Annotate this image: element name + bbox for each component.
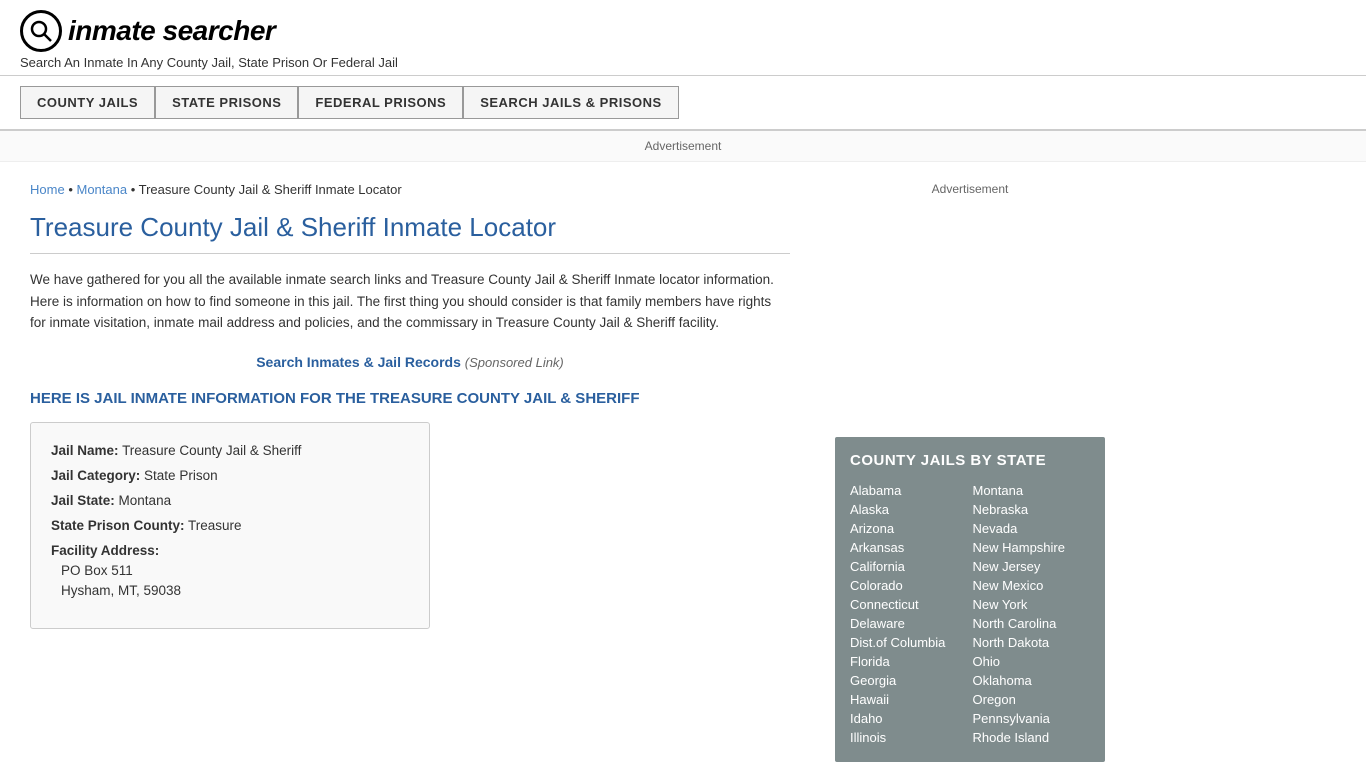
state-link[interactable]: North Carolina xyxy=(973,614,1091,633)
states-col2: MontanaNebraskaNevadaNew HampshireNew Je… xyxy=(973,481,1091,747)
facility-address-label: Facility Address: xyxy=(51,543,409,558)
intro-text: We have gathered for you all the availab… xyxy=(30,269,790,334)
state-link[interactable]: Alabama xyxy=(850,481,968,500)
state-link[interactable]: Dist.of Columbia xyxy=(850,633,968,652)
state-link[interactable]: Alaska xyxy=(850,500,968,519)
state-link[interactable]: New Jersey xyxy=(973,557,1091,576)
state-link[interactable]: Delaware xyxy=(850,614,968,633)
main-layout: Home • Montana • Treasure County Jail & … xyxy=(0,162,1366,772)
facility-address-row: Facility Address: PO Box 511 Hysham, MT,… xyxy=(51,543,409,598)
county-jails-button[interactable]: COUNTY JAILS xyxy=(20,86,155,119)
state-link[interactable]: Illinois xyxy=(850,728,968,747)
sidebar: Advertisement COUNTY JAILS BY STATE Alab… xyxy=(820,162,1120,772)
search-inmates-link[interactable]: Search Inmates & Jail Records xyxy=(256,354,461,370)
states-grid: AlabamaAlaskaArizonaArkansasCaliforniaCo… xyxy=(850,481,1090,747)
nav: COUNTY JAILS STATE PRISONS FEDERAL PRISO… xyxy=(0,76,1366,131)
state-link[interactable]: Montana xyxy=(973,481,1091,500)
jail-category-value: State Prison xyxy=(144,468,218,483)
breadcrumb-home[interactable]: Home xyxy=(30,182,65,197)
address-line2: Hysham, MT, 59038 xyxy=(51,583,409,598)
county-jails-title: COUNTY JAILS BY STATE xyxy=(850,452,1090,469)
jail-info-heading: HERE IS JAIL INMATE INFORMATION FOR THE … xyxy=(30,390,790,407)
state-prison-county-row: State Prison County: Treasure xyxy=(51,518,409,533)
state-link[interactable]: North Dakota xyxy=(973,633,1091,652)
breadcrumb-state[interactable]: Montana xyxy=(76,182,127,197)
state-link[interactable]: New York xyxy=(973,595,1091,614)
breadcrumb-sep2: • xyxy=(131,182,139,197)
search-link-area: Search Inmates & Jail Records (Sponsored… xyxy=(30,354,790,370)
jail-name-row: Jail Name: Treasure County Jail & Sherif… xyxy=(51,443,409,458)
state-link[interactable]: Connecticut xyxy=(850,595,968,614)
address-line1: PO Box 511 xyxy=(51,563,409,578)
jail-name-value: Treasure County Jail & Sheriff xyxy=(122,443,301,458)
content: Home • Montana • Treasure County Jail & … xyxy=(0,162,820,772)
state-link[interactable]: Arkansas xyxy=(850,538,968,557)
ad-label: Advertisement xyxy=(645,139,722,153)
logo-area: inmate searcher xyxy=(20,10,1346,52)
state-link[interactable]: Hawaii xyxy=(850,690,968,709)
sponsored-text: (Sponsored Link) xyxy=(465,355,564,370)
state-link[interactable]: New Hampshire xyxy=(973,538,1091,557)
search-jails-prisons-button[interactable]: SEARCH JAILS & PRISONS xyxy=(463,86,678,119)
nav-buttons: COUNTY JAILS STATE PRISONS FEDERAL PRISO… xyxy=(20,86,1346,119)
state-link[interactable]: Florida xyxy=(850,652,968,671)
state-link[interactable]: California xyxy=(850,557,968,576)
state-link[interactable]: Arizona xyxy=(850,519,968,538)
jail-category-label: Jail Category: xyxy=(51,468,140,483)
state-link[interactable]: Rhode Island xyxy=(973,728,1091,747)
jail-state-row: Jail State: Montana xyxy=(51,493,409,508)
federal-prisons-button[interactable]: FEDERAL PRISONS xyxy=(298,86,463,119)
state-link[interactable]: Nebraska xyxy=(973,500,1091,519)
state-prisons-button[interactable]: STATE PRISONS xyxy=(155,86,298,119)
tagline: Search An Inmate In Any County Jail, Sta… xyxy=(20,55,1346,70)
ad-bar: Advertisement xyxy=(0,131,1366,162)
sidebar-ad-label: Advertisement xyxy=(932,182,1009,196)
jail-name-label: Jail Name: xyxy=(51,443,119,458)
state-link[interactable]: Oklahoma xyxy=(973,671,1091,690)
state-link[interactable]: Idaho xyxy=(850,709,968,728)
jail-state-label: Jail State: xyxy=(51,493,115,508)
state-link[interactable]: Ohio xyxy=(973,652,1091,671)
county-jails-box: COUNTY JAILS BY STATE AlabamaAlaskaArizo… xyxy=(835,437,1105,762)
jail-state-value: Montana xyxy=(119,493,172,508)
state-link[interactable]: New Mexico xyxy=(973,576,1091,595)
state-link[interactable]: Oregon xyxy=(973,690,1091,709)
breadcrumb: Home • Montana • Treasure County Jail & … xyxy=(30,182,790,197)
state-prison-county-label: State Prison County: xyxy=(51,518,185,533)
jail-category-row: Jail Category: State Prison xyxy=(51,468,409,483)
states-col1: AlabamaAlaskaArizonaArkansasCaliforniaCo… xyxy=(850,481,968,747)
page-title: Treasure County Jail & Sheriff Inmate Lo… xyxy=(30,212,790,254)
state-link[interactable]: Pennsylvania xyxy=(973,709,1091,728)
state-prison-county-value: Treasure xyxy=(188,518,242,533)
breadcrumb-current: Treasure County Jail & Sheriff Inmate Lo… xyxy=(139,182,402,197)
state-link[interactable]: Colorado xyxy=(850,576,968,595)
state-link[interactable]: Nevada xyxy=(973,519,1091,538)
jail-detail-box: Jail Name: Treasure County Jail & Sherif… xyxy=(30,422,430,629)
header: inmate searcher Search An Inmate In Any … xyxy=(0,0,1366,76)
state-link[interactable]: Georgia xyxy=(850,671,968,690)
sidebar-ad: Advertisement xyxy=(835,172,1105,422)
